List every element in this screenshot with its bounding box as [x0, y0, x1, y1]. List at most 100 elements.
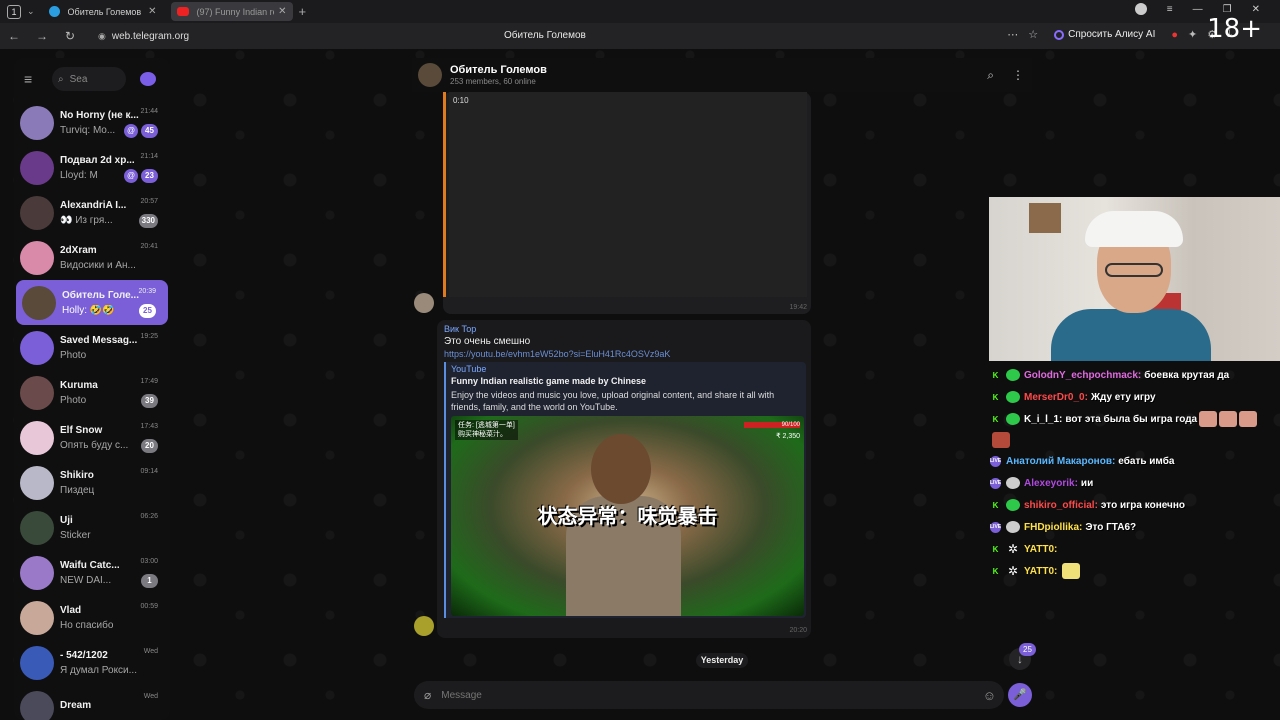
alice-label: Спросить Алису AI	[1068, 29, 1156, 40]
platform-icon: K	[992, 392, 999, 402]
extension-icon[interactable]: ✦	[1188, 28, 1197, 41]
unread-badge: 25	[139, 304, 156, 318]
message-link[interactable]: https://youtu.be/evhm1eW52bo?si=EluH41Rc…	[444, 349, 670, 359]
telegram-icon	[48, 6, 60, 17]
link-preview[interactable]: YouTube Funny Indian realistic game made…	[444, 362, 806, 618]
new-tab-button[interactable]: +	[299, 4, 307, 19]
user-badge-icon	[1006, 499, 1020, 511]
stream-chat-text: ии	[1080, 477, 1094, 489]
chat-list-item[interactable]: Saved Messag... Photo 19:25	[14, 325, 170, 370]
message-author[interactable]: Вик Тор	[444, 324, 476, 334]
user-badge-icon	[1006, 369, 1020, 381]
attach-icon[interactable]: ⌀	[424, 688, 431, 702]
chat-time: 03:00	[140, 558, 158, 565]
emoji-icon[interactable]: ☺	[983, 688, 996, 703]
chat-time: 06:26	[140, 513, 158, 520]
person-glasses	[1105, 263, 1163, 277]
chat-title: Обитель Големов	[450, 64, 547, 76]
chat-list-item[interactable]: 2dXram Видосики и Ан... 20:41	[14, 235, 170, 280]
address-bar: ← → ↻ ◉ web.telegram.org Обитель Големов…	[0, 23, 1280, 49]
preview-site: YouTube	[451, 364, 487, 374]
bookmark-icon[interactable]: ☆	[1028, 28, 1038, 41]
video-player[interactable]	[449, 92, 807, 297]
sender-avatar[interactable]	[414, 616, 434, 636]
more-vertical-icon[interactable]: ⋮	[1012, 68, 1024, 83]
bookshelf	[1029, 203, 1061, 233]
search-icon[interactable]: ⌕	[987, 68, 994, 83]
youtube-icon	[176, 7, 189, 16]
mention-icon: @	[124, 169, 138, 183]
stream-chat-emote-row	[990, 430, 1280, 450]
story-icon[interactable]	[140, 72, 156, 86]
screen: 1 ⌄ Обитель Големов ✕ (97) Funny Indian …	[0, 0, 1280, 720]
url-field[interactable]: ◉ web.telegram.org	[98, 31, 498, 42]
chat-list-item[interactable]: Подвал 2d хр... Lloyd: M 21:14 23 @	[14, 145, 170, 190]
chat-time: 17:49	[140, 378, 158, 385]
sender-avatar[interactable]	[414, 293, 434, 313]
chat-list-item[interactable]: - 542/1202 Я думал Рокси... Wed	[14, 640, 170, 685]
tab-telegram[interactable]: Обитель Големов ✕	[43, 2, 163, 21]
chat-list-item[interactable]: Dream Wed	[14, 685, 170, 720]
reload-icon[interactable]: ↻	[56, 29, 84, 43]
chat-header[interactable]: Обитель Големов 253 members, 60 online ⌕…	[412, 58, 1032, 92]
page-title: Обитель Големов	[504, 30, 586, 41]
stream-chat-text: это игра конечно	[1100, 499, 1185, 511]
preview-thumbnail[interactable]: 任务: [逃城第一单] 购买神秘菜汁。 90/100 ₹ 2,350 状态异常：…	[451, 416, 804, 616]
chat-time: 20:57	[140, 198, 158, 205]
chat-preview: Но спасибо	[60, 619, 114, 631]
forward-icon[interactable]: →	[28, 29, 56, 43]
chat-list-item[interactable]: Shikiro Пиздец 09:14	[14, 460, 170, 505]
alice-button[interactable]: Спросить Алису AI	[1048, 27, 1161, 42]
chat-list-sidebar: ≡ ⌕ Search No Horny (не к...Turviq: Mo..…	[14, 58, 170, 720]
restore-icon[interactable]: ❐	[1223, 4, 1232, 15]
message-composer: ⌀ ☺	[414, 681, 1004, 709]
search-input[interactable]: ⌕ Search	[52, 67, 126, 91]
microphone-button[interactable]: 🎤	[1008, 683, 1032, 707]
emote-icon	[992, 432, 1010, 448]
chat-list-item[interactable]: Kuruma Photo 17:49 39	[14, 370, 170, 415]
tab-youtube[interactable]: (97) Funny Indian realis ✕	[170, 2, 293, 21]
thumbnail-figure-face	[591, 434, 651, 504]
chat-name: Dream	[60, 700, 92, 711]
chat-list-item[interactable]: AlexandriA I... 👀 Из гря... 20:57 330	[14, 190, 170, 235]
menu-icon[interactable]: ≡	[1167, 4, 1173, 15]
money-value: ₹ 2,350	[776, 433, 800, 440]
chat-list-item[interactable]: No Horny (не к... Turviq: Mo... 21:44 45 @	[14, 100, 170, 145]
close-icon[interactable]: ✕	[148, 6, 156, 17]
chevron-down-icon[interactable]: ⌄	[27, 6, 35, 17]
chat-list-item[interactable]: Uji Sticker 06:26	[14, 505, 170, 550]
profile-icon[interactable]	[1134, 3, 1147, 15]
chat-list-item[interactable]: Waifu Catc... NEW DAI... 03:00 1	[14, 550, 170, 595]
user-badge-icon: ✲	[1007, 564, 1019, 578]
user-badge-icon	[1006, 477, 1020, 489]
chat-avatar[interactable]	[418, 63, 442, 87]
chat-preview: Я думал Рокси...	[60, 664, 137, 676]
hamburger-icon[interactable]: ≡	[24, 71, 42, 87]
close-window-icon[interactable]: ✕	[1252, 4, 1260, 15]
date-separator: Yesterday	[696, 653, 748, 668]
chat-list-item[interactable]: Обитель Голе... Holly: 🤣🤣 20:39 25	[16, 280, 168, 325]
emote-icon	[1062, 563, 1081, 579]
back-icon[interactable]: ←	[0, 29, 28, 43]
close-icon[interactable]: ✕	[278, 6, 286, 17]
stream-chat-message: LIVE Анатолий Макаронов: ебать имба	[990, 450, 1280, 472]
stream-chat-text: Это ГТА6?	[1085, 521, 1137, 533]
chat-avatar	[20, 510, 54, 545]
stream-chat-text: боевка крутая да	[1144, 369, 1230, 381]
message-input[interactable]	[441, 689, 983, 701]
tab-title: (97) Funny Indian realis	[196, 6, 275, 17]
platform-icon: LIVE	[990, 455, 1001, 467]
mention-icon: @	[124, 124, 138, 138]
message-text: Это очень смешно	[444, 336, 531, 347]
chat-time: Wed	[143, 693, 158, 700]
video-message[interactable]: 0:10 19:42	[443, 92, 811, 314]
health-value: 90/100	[781, 422, 800, 428]
more-icon[interactable]: ⋯	[1007, 28, 1018, 41]
shield-icon[interactable]: ●	[1171, 29, 1178, 41]
tab-count-button[interactable]: 1	[7, 4, 21, 19]
chat-list-item[interactable]: Elf Snow Опять буду с... 17:43 20	[14, 415, 170, 460]
stream-chat-message: K MerserDr0_0: Жду ету игру	[990, 386, 1280, 408]
chat-list-item[interactable]: Vlad Но спасибо 00:59	[14, 595, 170, 640]
minimize-icon[interactable]: —	[1193, 4, 1203, 15]
user-badge-icon	[1006, 391, 1020, 403]
